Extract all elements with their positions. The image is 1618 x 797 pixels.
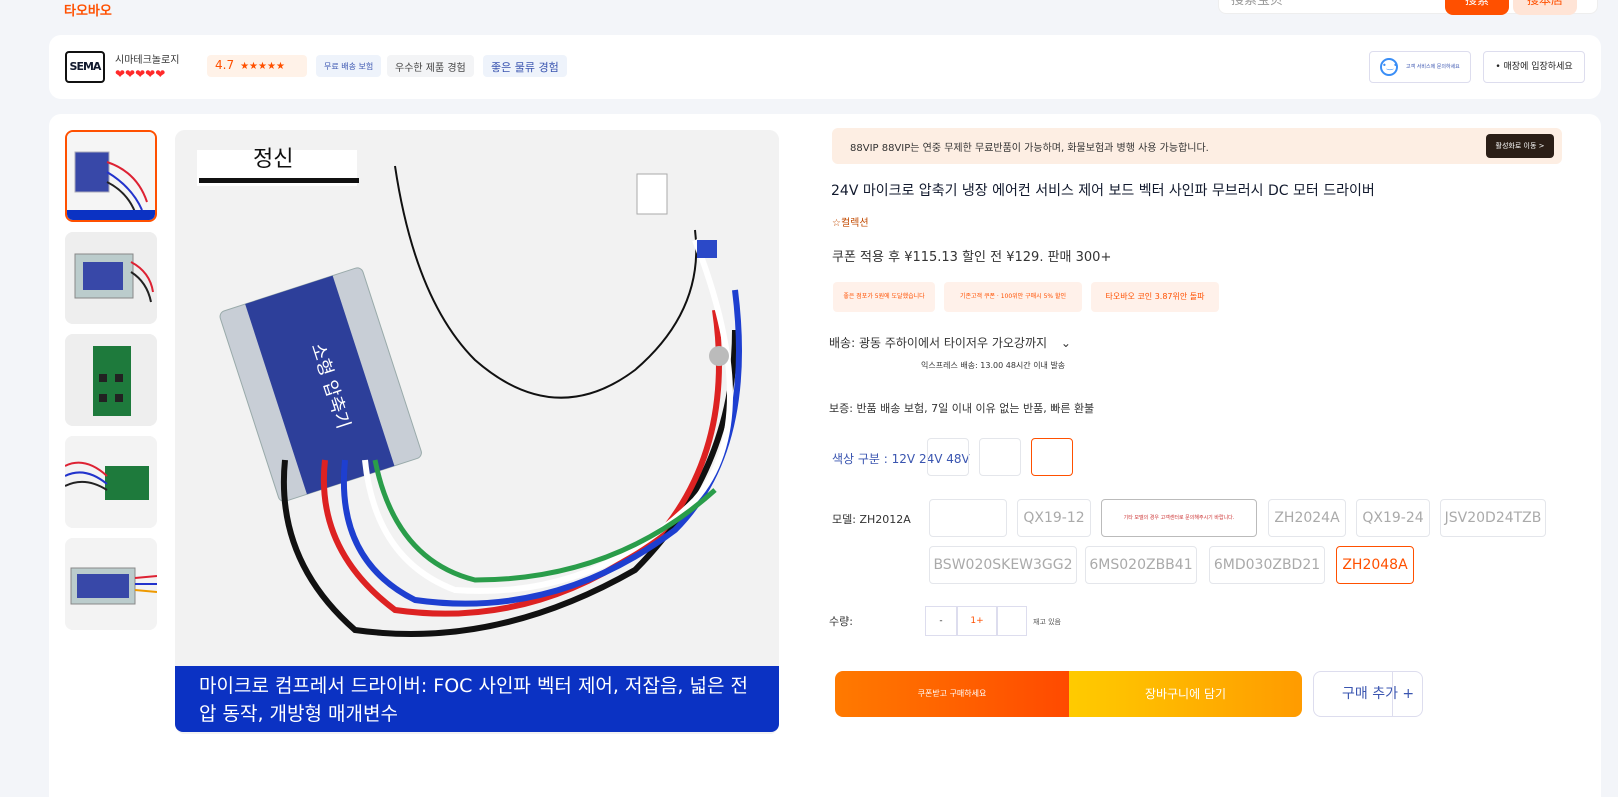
main-product-image[interactable]: 정신 소형 압축기 [175, 130, 779, 734]
coupon-3[interactable]: 타오바오 코인 3.87위안 돌파 [1091, 282, 1219, 312]
model-label: 모델: ZH2012A [832, 513, 911, 526]
model-option[interactable]: JSV20D24TZB [1440, 499, 1546, 537]
search-store-button[interactable]: 搜本店 [1513, 0, 1577, 15]
model-option[interactable]: ZH2024A [1268, 499, 1346, 537]
model-option[interactable]: BSW020SKEW3GG2 [929, 546, 1077, 584]
thumbnail-1[interactable] [65, 130, 157, 222]
product-photo: 정신 소형 압축기 [175, 130, 779, 734]
shop-rating: 4.7 ★★★★★ [207, 55, 307, 77]
quantity-plus-button[interactable] [997, 606, 1027, 636]
search-button[interactable]: 搜索 [1445, 0, 1509, 15]
thumbnail-3[interactable] [65, 334, 157, 426]
vip-activate-button[interactable]: 활성화로 이동 > [1486, 134, 1554, 158]
model-option-selected[interactable]: ZH2048A [1336, 546, 1414, 584]
coupon-1[interactable]: 좋은 점포가 5원에 도달했습니다 [833, 282, 935, 312]
cs-label: 고객 서비스에 문의하세요 [1406, 64, 1460, 70]
chat-icon: •‿• [1380, 58, 1398, 76]
quantity-label: 수량: [829, 615, 853, 628]
shop-hearts: ❤❤❤❤❤ [115, 67, 166, 81]
color-option-3[interactable] [1031, 438, 1073, 476]
model-option[interactable]: QX19-24 [1356, 499, 1430, 537]
add-purchase-button[interactable]: 구매 추가 + [1313, 671, 1423, 717]
model-option[interactable]: 6MS020ZBB41 [1085, 546, 1197, 584]
thumbnail-5[interactable] [65, 538, 157, 630]
rating-stars: ★★★★★ [240, 61, 285, 72]
divider [1392, 672, 1393, 716]
color-option-1[interactable] [927, 438, 969, 476]
price-line: 쿠폰 적용 후 ¥115.13 할인 전 ¥129. 판매 300+ [832, 250, 1112, 265]
add-purchase-label: 구매 추가 + [1342, 686, 1415, 702]
tag-shipping-insurance: 무료 배송 보험 [316, 55, 382, 77]
customer-service-button[interactable]: •‿• 고객 서비스에 문의하세요 [1369, 51, 1471, 83]
buy-now-button[interactable]: 쿠폰받고 구매하세요 [835, 671, 1069, 717]
color-option-2[interactable] [979, 438, 1021, 476]
vip-banner: 88VIP 88VIP는 연중 무제한 무료반품이 가능하며, 화물보험과 병행… [832, 128, 1562, 164]
shipping-info[interactable]: 배송: 광동 주하이에서 타이저우 가오강까지 ⌄ [829, 334, 1071, 351]
thumbnail-image [65, 436, 157, 528]
vip-text: 88VIP 88VIP는 연중 무제한 무료반품이 가능하며, 화물보험과 병행… [850, 143, 1209, 154]
shipping-detail: 익스프레스 배송: 13.00 48시간 이내 발송 [921, 361, 1066, 370]
taobao-brand[interactable]: 타오바오 [64, 0, 112, 19]
search-input[interactable]: 搜索宝贝 [1231, 0, 1283, 8]
quantity-input[interactable]: 1+ [957, 606, 997, 636]
thumbnail-4[interactable] [65, 436, 157, 528]
model-option-blank[interactable] [929, 499, 1007, 537]
model-note[interactable]: 기타 모델의 경우 고객센터로 문의해주시기 바랍니다. [1101, 499, 1257, 537]
shipping-text: 배송: 광동 주하이에서 타이저우 가오강까지 [829, 336, 1048, 350]
thumbnail-image [65, 538, 157, 630]
enter-store-button[interactable]: • 매장에 입장하세요 [1483, 51, 1585, 83]
quantity-minus-button[interactable]: - [925, 606, 957, 636]
shop-logo[interactable]: SEMA [65, 51, 105, 83]
thumbnail-image [65, 334, 157, 426]
warranty-info: 보증: 반품 배송 보험, 7일 이내 이유 없는 반품, 빠른 환불 [829, 402, 1095, 415]
shop-name[interactable]: 시마테크놀로지 [115, 51, 179, 66]
model-option[interactable]: 6MD030ZBD21 [1209, 546, 1325, 584]
tag-product-experience: 우수한 제품 경험 [387, 55, 474, 77]
product-title: 24V 마이크로 압축기 냉장 에어컨 서비스 제어 보드 벡터 사인파 무브러… [831, 183, 1375, 199]
thumbnail-image [65, 232, 157, 324]
shop-header: SEMA 시마테크놀로지 ❤❤❤❤❤ 4.7 ★★★★★ 무료 배송 보험 우수한… [49, 35, 1601, 99]
badge-text: 정신 [253, 147, 293, 172]
rating-value: 4.7 [215, 58, 235, 72]
stock-status: 재고 있음 [1033, 618, 1061, 626]
add-to-cart-button[interactable]: 장바구니에 담기 [1069, 671, 1302, 717]
coupon-2[interactable]: 기존고객 쿠폰 · 100위안 구매시 5% 할인 [944, 282, 1082, 312]
model-option[interactable]: QX19-12 [1017, 499, 1091, 537]
collection-button[interactable]: ☆컬렉션 [832, 214, 869, 229]
image-caption: 마이크로 컴프레서 드라이버: FOC 사인파 벡터 제어, 저잡음, 넓은 전… [175, 666, 779, 732]
top-search-bar: 搜索宝贝 搜索 搜本店 [1218, 0, 1598, 15]
thumbnail-image [67, 132, 155, 220]
thumbnail-2[interactable] [65, 232, 157, 324]
product-panel: 정신 소형 압축기 마이크로 컴프레서 드라이버: FOC 사인파 벡터 제어,… [49, 114, 1601, 797]
chevron-down-icon[interactable]: ⌄ [1061, 336, 1071, 350]
tag-logistics-experience: 좋은 물류 경험 [483, 55, 567, 77]
